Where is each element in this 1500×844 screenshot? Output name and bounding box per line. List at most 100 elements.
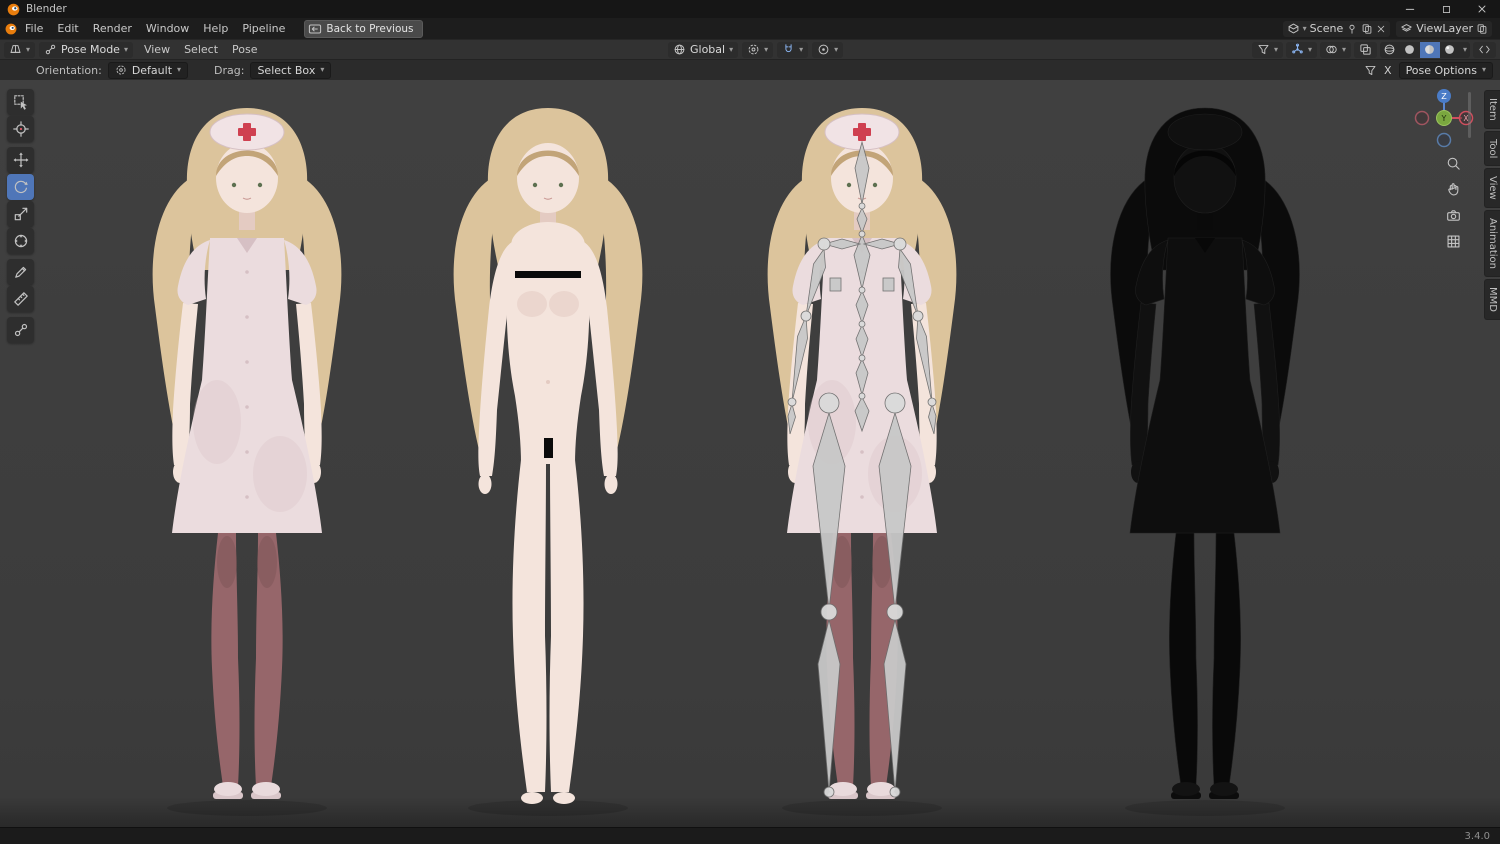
viewport-scrollbar[interactable] (1468, 92, 1471, 138)
drag-label: Drag: (214, 63, 245, 77)
transform-orientation-dropdown[interactable]: Global ▾ (668, 41, 739, 58)
sidebar-tab-mmd[interactable]: MMD (1484, 278, 1500, 320)
rotate-tool[interactable] (7, 174, 34, 200)
menu-render[interactable]: Render (86, 18, 139, 39)
scene (0, 80, 1500, 827)
pose-options-dropdown[interactable]: Pose Options ▾ (1398, 61, 1493, 79)
proportional-editing-dropdown[interactable]: ▾ (812, 41, 844, 58)
shading-wireframe-button[interactable] (1380, 42, 1400, 58)
menu-pipeline[interactable]: Pipeline (235, 18, 292, 39)
blender-menu-icon[interactable] (4, 22, 18, 36)
tool-filter-icon[interactable] (1364, 64, 1377, 77)
scale-tool[interactable] (7, 201, 34, 227)
new-viewlayer-icon[interactable] (1476, 23, 1488, 35)
viewlayer-selector[interactable]: ViewLayer (1396, 20, 1492, 37)
overlays-dropdown[interactable]: ▾ (1319, 41, 1351, 58)
show-gizmo-dropdown[interactable]: ▾ (1285, 41, 1317, 58)
editor-type-dropdown[interactable]: ▾ (4, 41, 36, 58)
measure-tool-icon (13, 291, 29, 307)
transform-settings-cluster: Global ▾ ▾ ▾ ▾ (668, 40, 844, 59)
orientation-default-dropdown[interactable]: Default ▾ (107, 61, 189, 79)
chevron-down-icon[interactable]: ▾ (1460, 45, 1470, 54)
viewport-menu-select[interactable]: Select (177, 40, 225, 59)
status-bar: 3.4.0 (0, 827, 1500, 844)
window-controls (1392, 0, 1500, 18)
xray-toggle[interactable] (1353, 41, 1377, 58)
svg-text:Y: Y (1441, 114, 1447, 123)
back-to-previous-button[interactable]: Back to Previous (304, 19, 423, 38)
orientation-globe-icon (673, 43, 686, 56)
tool-group (7, 89, 34, 142)
new-scene-icon[interactable] (1361, 23, 1373, 35)
pose-breakdowner-tool[interactable] (7, 317, 34, 343)
blender-logo-icon (6, 2, 21, 17)
version-label: 3.4.0 (1464, 830, 1490, 842)
selectability-dropdown[interactable]: ▾ (1251, 41, 1283, 58)
grid-icon (1446, 234, 1461, 249)
scene-selector[interactable]: ▾ Scene (1282, 20, 1391, 37)
snap-toggle-dropdown[interactable]: ▾ (777, 41, 809, 58)
mode-label: Pose Mode (61, 43, 120, 56)
scene-name: Scene (1309, 22, 1344, 35)
mode-dropdown[interactable]: Pose Mode ▾ (39, 41, 133, 58)
transform-tool[interactable] (7, 228, 34, 254)
close-button[interactable] (1464, 0, 1500, 18)
tool-group (7, 259, 34, 312)
character-nurse-clothed[interactable] (152, 108, 342, 816)
ortho-toggle-button[interactable] (1442, 230, 1464, 252)
viewport-3d[interactable]: Z X Y Item Tool View Animation MMD (0, 80, 1500, 827)
viewlayer-name: ViewLayer (1416, 22, 1473, 35)
chevron-down-icon: ▾ (799, 44, 804, 54)
viewport-menus: View Select Pose (137, 40, 265, 59)
tool-settings-right: X Pose Options ▾ (1364, 61, 1500, 79)
unlink-scene-icon[interactable] (1376, 24, 1386, 34)
orientation-value: Global (690, 43, 726, 56)
tool-group (7, 317, 34, 343)
sidebar-tab-view[interactable]: View (1484, 168, 1500, 208)
maximize-button[interactable] (1428, 0, 1464, 18)
top-menu-bar: File Edit Render Window Help Pipeline Back to… (0, 18, 1500, 39)
sidebar-tab-animation[interactable]: Animation (1484, 209, 1500, 277)
orientation-default-value: Default (131, 63, 173, 77)
shading-mode-group: ▾ (1379, 41, 1470, 58)
move-tool[interactable] (7, 147, 34, 173)
annotate-tool[interactable] (7, 259, 34, 285)
shading-material-button[interactable] (1419, 41, 1440, 58)
cursor-tool[interactable] (7, 116, 34, 142)
rendered-sphere-icon (1443, 43, 1456, 56)
editor-overflow-button[interactable] (1473, 41, 1496, 58)
measure-tool[interactable] (7, 286, 34, 312)
shading-rendered-button[interactable] (1440, 42, 1460, 58)
drag-mode-dropdown[interactable]: Select Box ▾ (250, 61, 332, 79)
character-base-body[interactable] (453, 108, 643, 816)
overlays-icon (1325, 43, 1338, 56)
viewport-editor-icon (9, 43, 22, 56)
menu-window[interactable]: Window (139, 18, 196, 39)
select-box-tool[interactable] (7, 89, 34, 115)
gizmo-toggle-icon (1291, 43, 1304, 56)
x-axis-label[interactable]: X (1384, 64, 1392, 77)
left-toolbar (7, 89, 34, 348)
character-wireframe[interactable] (1110, 107, 1300, 816)
shading-solid-button[interactable] (1400, 42, 1420, 58)
viewport-menu-view[interactable]: View (137, 40, 177, 59)
navigation-gizmo[interactable]: Z X Y (1412, 86, 1476, 150)
character-nurse-armature[interactable] (767, 108, 957, 816)
pan-button[interactable] (1442, 178, 1464, 200)
zoom-button[interactable] (1442, 152, 1464, 174)
sidebar-tab-item[interactable]: Item (1484, 90, 1500, 129)
sidebar-tab-tool[interactable]: Tool (1484, 130, 1500, 167)
menu-file[interactable]: File (18, 18, 50, 39)
topbar-menus: File Edit Render Window Help Pipeline (18, 18, 292, 39)
menu-help[interactable]: Help (196, 18, 235, 39)
minimize-button[interactable] (1392, 0, 1428, 18)
pin-icon[interactable] (1346, 23, 1358, 35)
scale-tool-icon (13, 206, 29, 222)
viewport-menu-pose[interactable]: Pose (225, 40, 264, 59)
pivot-point-dropdown[interactable]: ▾ (742, 41, 774, 58)
chevron-down-icon: ▾ (1302, 23, 1307, 33)
pose-options-label: Pose Options (1405, 63, 1477, 77)
menu-edit[interactable]: Edit (50, 18, 85, 39)
chevron-down-icon: ▾ (1307, 44, 1312, 54)
camera-view-button[interactable] (1442, 204, 1464, 226)
